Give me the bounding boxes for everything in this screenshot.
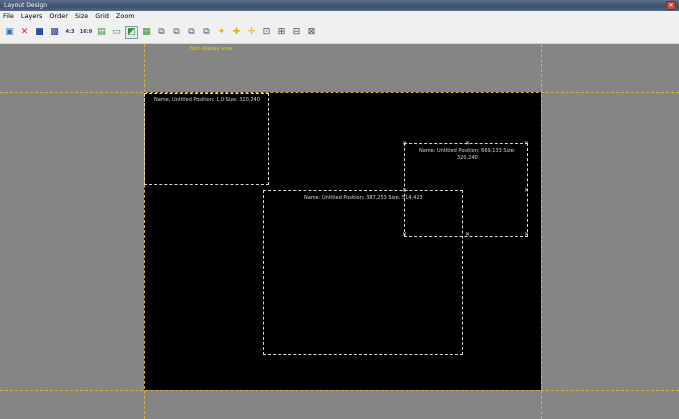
menu-size[interactable]: Size bbox=[75, 11, 88, 22]
window-title: Layout Design bbox=[4, 2, 48, 9]
delete-icon[interactable]: ✕ bbox=[18, 26, 31, 39]
layer-3-label-line1: Name: Untitled Position: 669,133 Size: bbox=[419, 148, 516, 154]
resize-handle-sw[interactable]: ✕ bbox=[402, 232, 407, 238]
menu-order[interactable]: Order bbox=[49, 11, 67, 22]
center-v-icon[interactable]: ✚ bbox=[230, 26, 243, 39]
open-icon[interactable]: ▣ bbox=[3, 26, 16, 39]
image-icon[interactable]: ▦ bbox=[140, 26, 153, 39]
menu-grid[interactable]: Grid bbox=[95, 11, 109, 22]
monitor-icon[interactable]: ▩ bbox=[48, 26, 61, 39]
menu-zoom[interactable]: Zoom bbox=[116, 11, 135, 22]
menu-layers[interactable]: Layers bbox=[21, 11, 43, 22]
move-icon[interactable]: ✛ bbox=[245, 26, 258, 39]
resize-handle-s[interactable]: ✕ bbox=[465, 232, 470, 238]
guide-line-top bbox=[0, 92, 679, 93]
layer-3-label-line2: 320,240 bbox=[457, 155, 478, 161]
align-top-icon[interactable]: ⧉ bbox=[185, 26, 198, 39]
toolbar: ▣ ✕ ■ ▩ 4:3 16:9 ▤ ▭ ◩ ▦ ⧉ ⧉ ⧉ ⧉ ✦ ✚ ✛ ⊡… bbox=[0, 22, 679, 44]
copy-icon[interactable]: ▭ bbox=[110, 26, 123, 39]
align-bottom-icon[interactable]: ⧉ bbox=[200, 26, 213, 39]
layer-3-selected[interactable]: Name: Untitled Position: 669,133 Size: 3… bbox=[402, 141, 529, 238]
resize-handle-n[interactable]: ✕ bbox=[465, 141, 470, 147]
zoom-in-icon[interactable]: ⊞ bbox=[275, 26, 288, 39]
align-right-icon[interactable]: ⧉ bbox=[170, 26, 183, 39]
align-left-icon[interactable]: ⧉ bbox=[155, 26, 168, 39]
zoom-actual-icon[interactable]: ⊠ bbox=[305, 26, 318, 39]
resize-handle-e[interactable]: ✕ bbox=[524, 188, 529, 194]
menu-file[interactable]: File bbox=[3, 11, 14, 22]
resize-handle-w[interactable]: ✕ bbox=[402, 188, 407, 194]
guide-line-bottom bbox=[0, 390, 679, 391]
resize-handle-nw[interactable]: ✕ bbox=[402, 141, 407, 147]
close-icon[interactable]: ✕ bbox=[666, 1, 676, 10]
guide-line-right bbox=[541, 44, 542, 419]
resize-handle-se[interactable]: ✕ bbox=[524, 232, 529, 238]
save-icon[interactable]: ■ bbox=[33, 26, 46, 39]
title-bar: Layout Design ✕ bbox=[0, 0, 679, 11]
non-display-area-label: Non-display area bbox=[190, 46, 233, 52]
zoom-out-icon[interactable]: ⊟ bbox=[290, 26, 303, 39]
ratio-4-3-button[interactable]: 4:3 bbox=[63, 26, 77, 39]
center-h-icon[interactable]: ✦ bbox=[215, 26, 228, 39]
zoom-fit-icon[interactable]: ⊡ bbox=[260, 26, 273, 39]
paste-icon[interactable]: ◩ bbox=[125, 26, 138, 39]
resize-handle-ne[interactable]: ✕ bbox=[524, 141, 529, 147]
menu-bar: File Layers Order Size Grid Zoom bbox=[0, 11, 679, 22]
layout-canvas[interactable]: Non-display area Name: Untitled Position… bbox=[0, 44, 679, 419]
layer-icon[interactable]: ▤ bbox=[95, 26, 108, 39]
layer-1-label: Name: Untitled Position: 1,0 Size: 320,2… bbox=[154, 97, 260, 103]
layer-1[interactable]: Name: Untitled Position: 1,0 Size: 320,2… bbox=[144, 93, 269, 185]
ratio-16-9-button[interactable]: 16:9 bbox=[79, 26, 93, 39]
